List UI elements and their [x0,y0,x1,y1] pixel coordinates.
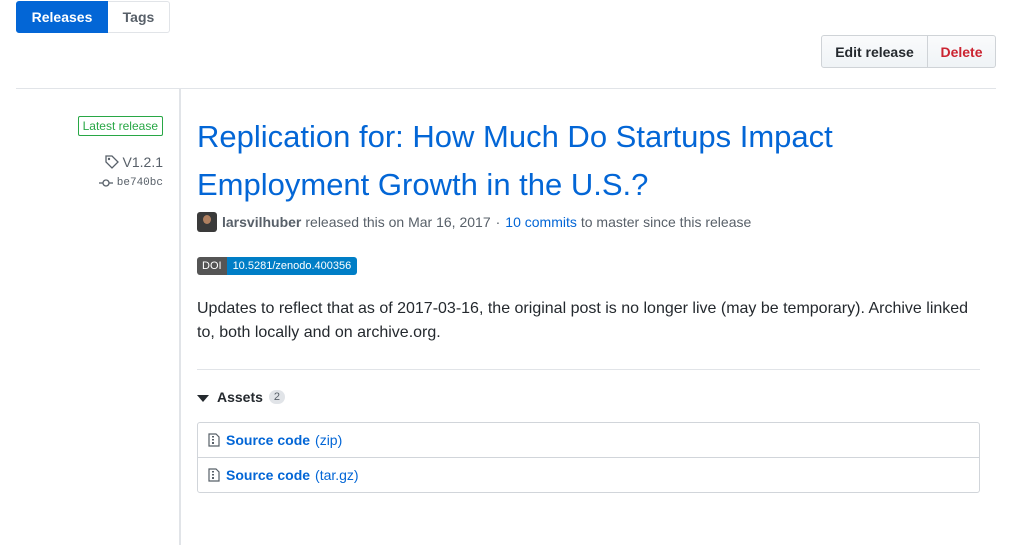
delete-release-button[interactable]: Delete [928,35,996,68]
caret-down-icon [197,394,209,402]
latest-release-badge: Latest release [77,116,163,136]
release-byline: larsvilhuber released this on Mar 16, 20… [197,212,980,232]
asset-name: Source code [226,467,311,483]
asset-name: Source code [226,432,311,448]
release-title[interactable]: Replication for: How Much Do Startups Im… [197,113,980,209]
tab-releases[interactable]: Releases [16,1,108,33]
assets-divider [197,369,980,370]
tab-tags[interactable]: Tags [108,1,170,33]
commits-suffix: to master since this release [580,214,752,230]
doi-label: DOI [197,257,227,275]
asset-extension: (zip) [315,432,343,448]
asset-list: Source code (zip) Source code (tar.gz) [197,422,980,493]
release-actions: Edit release Delete [821,35,996,68]
assets-toggle[interactable]: Assets 2 [197,389,980,405]
release-body: Replication for: How Much Do Startups Im… [197,113,980,493]
list-item[interactable]: Source code (zip) [198,423,979,457]
assets-count-badge: 2 [268,390,286,404]
edit-release-button[interactable]: Edit release [821,35,928,68]
asset-extension: (tar.gz) [315,467,359,483]
timeline-divider [179,89,181,545]
top-divider [16,88,996,89]
assets-label: Assets [217,389,263,405]
release-tabs: Releases Tags [16,1,170,33]
file-zip-icon [208,468,220,482]
commit-icon [98,179,113,187]
avatar[interactable] [197,212,217,232]
author-link[interactable]: larsvilhuber [222,214,301,230]
tag-link[interactable]: V1.2.1 [104,154,163,170]
byline-separator: · [495,214,501,230]
tag-icon [104,155,119,169]
file-zip-icon [208,433,220,447]
tag-name: V1.2.1 [122,154,163,170]
list-item[interactable]: Source code (tar.gz) [198,457,979,492]
doi-badge[interactable]: DOI 10.5281/zenodo.400356 [197,257,358,275]
released-text: released this on Mar 16, 2017 [305,214,491,230]
release-meta: Latest release V1.2.1 be740bc [77,116,163,189]
commit-hash: be740bc [116,177,163,189]
commits-link[interactable]: 10 commits [505,214,577,230]
commit-link[interactable]: be740bc [98,177,163,189]
release-description: Updates to reflect that as of 2017-03-16… [197,300,969,341]
doi-value: 10.5281/zenodo.400356 [226,257,358,275]
